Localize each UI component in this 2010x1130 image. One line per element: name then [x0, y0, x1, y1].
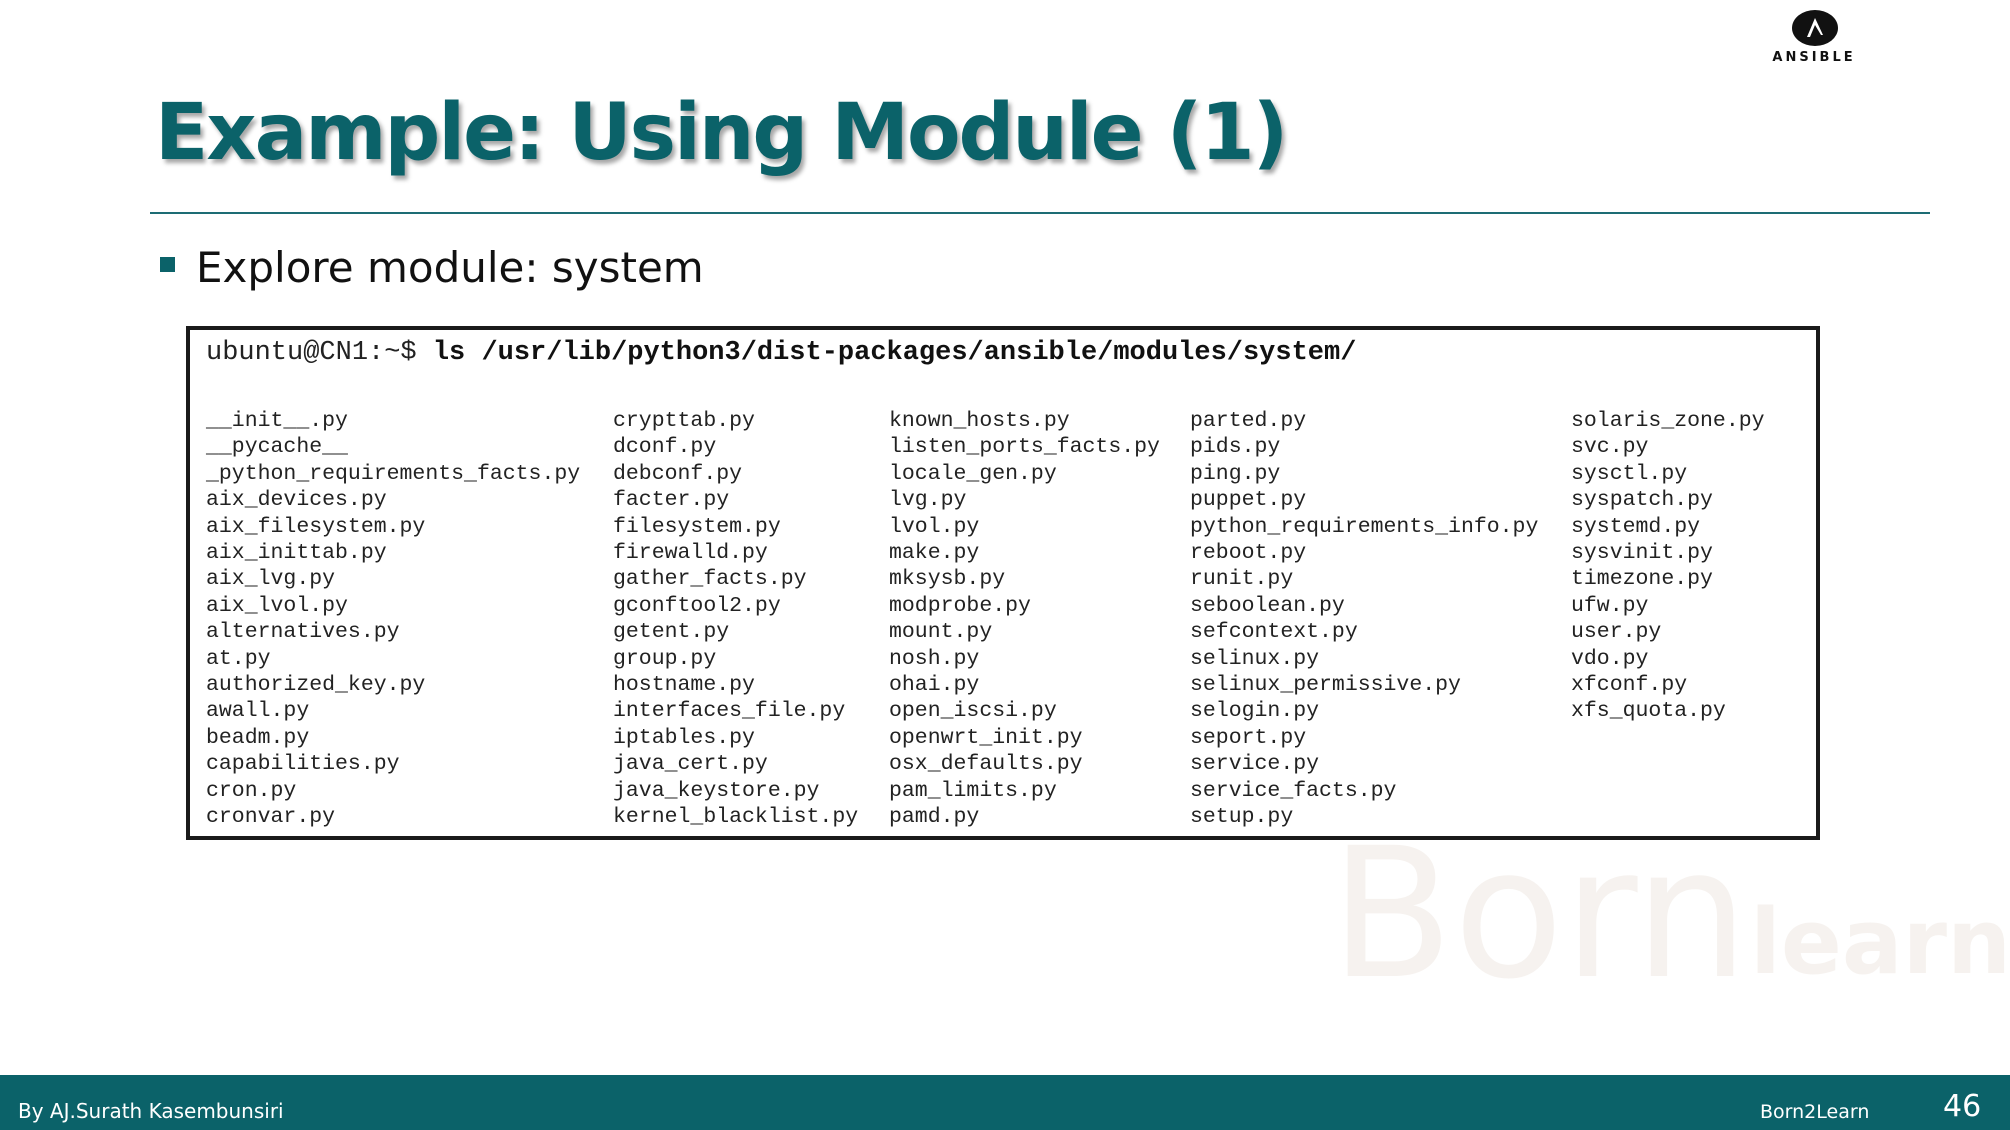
file-entry: selinux_permissive.py — [1190, 673, 1461, 698]
file-entry: group.py — [613, 646, 717, 671]
file-entry: gather_facts.py — [613, 567, 807, 592]
file-entry: facter.py — [613, 488, 730, 513]
file-entry: parted.py — [1190, 409, 1307, 433]
file-entry: aix_lvg.py — [206, 567, 336, 592]
file-entry: mksysb.py — [889, 567, 1006, 592]
file-entry: seport.py — [1190, 725, 1307, 750]
file-entry: java_keystore.py — [613, 778, 820, 803]
file-entry: debconf.py — [613, 461, 743, 486]
file-entry: _python_requirements_facts.py — [206, 461, 581, 486]
file-entry: ping.py — [1190, 461, 1281, 486]
file-column-2: crypttab.py dconf.py debconf.py facter.py fi… — [613, 408, 858, 831]
file-entry: user.py — [1571, 620, 1662, 645]
page-number: 46 — [1943, 1089, 1982, 1124]
file-entry: mount.py — [889, 620, 993, 645]
file-entry: locale_gen.py — [889, 461, 1057, 486]
ansible-logo: ANSIBLE — [1762, 10, 1866, 66]
file-entry: kernel_blacklist.py — [613, 805, 859, 830]
file-entry: sysvinit.py — [1571, 541, 1713, 566]
file-entry: cronvar.py — [206, 805, 336, 830]
file-entry: puppet.py — [1190, 488, 1307, 513]
file-entry: listen_ports_facts.py — [889, 435, 1160, 460]
file-entry: python_requirements_info.py — [1190, 514, 1539, 539]
terminal-prompt: ubuntu@CN1:~$ — [206, 338, 433, 368]
file-entry: solaris_zone.py — [1571, 409, 1765, 433]
file-entry: lvol.py — [889, 514, 980, 539]
watermark-learn-text: learn — [1750, 890, 2010, 995]
file-entry: xfconf.py — [1571, 673, 1688, 698]
file-entry: reboot.py — [1190, 541, 1307, 566]
file-entry: authorized_key.py — [206, 673, 426, 698]
file-entry: osx_defaults.py — [889, 752, 1083, 777]
file-entry: filesystem.py — [613, 514, 781, 539]
file-entry: aix_filesystem.py — [206, 514, 426, 539]
file-entry: cron.py — [206, 778, 297, 803]
ansible-logo-icon — [1792, 10, 1838, 46]
file-entry: xfs_quota.py — [1571, 699, 1726, 724]
file-entry: sysctl.py — [1571, 461, 1688, 486]
file-entry: make.py — [889, 541, 980, 566]
file-column-1: __init__.py __pycache__ _python_requiremen… — [206, 408, 580, 831]
footer-brand: Born2Learn — [1760, 1101, 1870, 1123]
file-entry: seboolean.py — [1190, 593, 1345, 618]
file-entry: java_cert.py — [613, 752, 768, 777]
footer-author: By AJ.Surath Kasembunsiri — [18, 1099, 284, 1123]
terminal-command: ls /usr/lib/python3/dist-packages/ansibl… — [432, 338, 1357, 368]
file-entry: modprobe.py — [889, 593, 1031, 618]
footer-bar — [0, 1075, 2010, 1130]
file-entry: alternatives.py — [206, 620, 400, 645]
file-entry: openwrt_init.py — [889, 725, 1083, 750]
file-entry: nosh.py — [889, 646, 980, 671]
file-entry: beadm.py — [206, 725, 310, 750]
file-entry: interfaces_file.py — [613, 699, 846, 724]
file-column-3: known_hosts.py listen_ports_facts.py local… — [889, 408, 1160, 831]
file-entry: vdo.py — [1571, 646, 1649, 671]
file-entry: timezone.py — [1571, 567, 1713, 592]
slide-title: Example: Using Module (1) — [155, 88, 1288, 178]
file-entry: at.py — [206, 646, 271, 671]
title-divider — [150, 212, 1930, 214]
file-entry: aix_lvol.py — [206, 593, 348, 618]
terminal-command-line: ubuntu@CN1:~$ ls /usr/lib/python3/dist-p… — [206, 338, 1356, 368]
terminal-output: ubuntu@CN1:~$ ls /usr/lib/python3/dist-p… — [186, 326, 1820, 840]
file-entry: iptables.py — [613, 725, 755, 750]
file-entry: ufw.py — [1571, 593, 1649, 618]
file-entry: hostname.py — [613, 673, 755, 698]
file-entry: __init__.py — [206, 409, 348, 433]
file-entry: ohai.py — [889, 673, 980, 698]
file-entry: setup.py — [1190, 805, 1294, 830]
file-entry: awall.py — [206, 699, 310, 724]
file-entry: aix_devices.py — [206, 488, 387, 513]
file-entry: firewalld.py — [613, 541, 768, 566]
file-entry: aix_inittab.py — [206, 541, 387, 566]
file-column-5: solaris_zone.py svc.py sysctl.py syspatch.p… — [1571, 408, 1765, 725]
file-entry: lvg.py — [889, 488, 967, 513]
file-entry: pids.py — [1190, 435, 1281, 460]
file-entry: capabilities.py — [206, 752, 400, 777]
watermark-born-text: Born — [1330, 810, 1749, 1019]
file-entry: service_facts.py — [1190, 778, 1397, 803]
file-entry: gconftool2.py — [613, 593, 781, 618]
file-entry: known_hosts.py — [889, 409, 1070, 433]
file-entry: pamd.py — [889, 805, 980, 830]
bullet-text: Explore module: system — [196, 243, 704, 292]
file-entry: selogin.py — [1190, 699, 1320, 724]
file-entry: getent.py — [613, 620, 730, 645]
file-entry: dconf.py — [613, 435, 717, 460]
file-entry: service.py — [1190, 752, 1320, 777]
file-entry: runit.py — [1190, 567, 1294, 592]
bullet-marker — [160, 257, 175, 272]
file-entry: __pycache__ — [206, 435, 348, 460]
file-entry: systemd.py — [1571, 514, 1701, 539]
file-entry: selinux.py — [1190, 646, 1320, 671]
ansible-logo-text: ANSIBLE — [1772, 50, 1856, 65]
file-entry: pam_limits.py — [889, 778, 1057, 803]
file-entry: syspatch.py — [1571, 488, 1713, 513]
file-entry: svc.py — [1571, 435, 1649, 460]
file-entry: open_iscsi.py — [889, 699, 1057, 724]
file-column-4: parted.py pids.py ping.py puppet.py python_r… — [1190, 408, 1538, 831]
file-entry: crypttab.py — [613, 409, 755, 433]
file-entry: sefcontext.py — [1190, 620, 1358, 645]
